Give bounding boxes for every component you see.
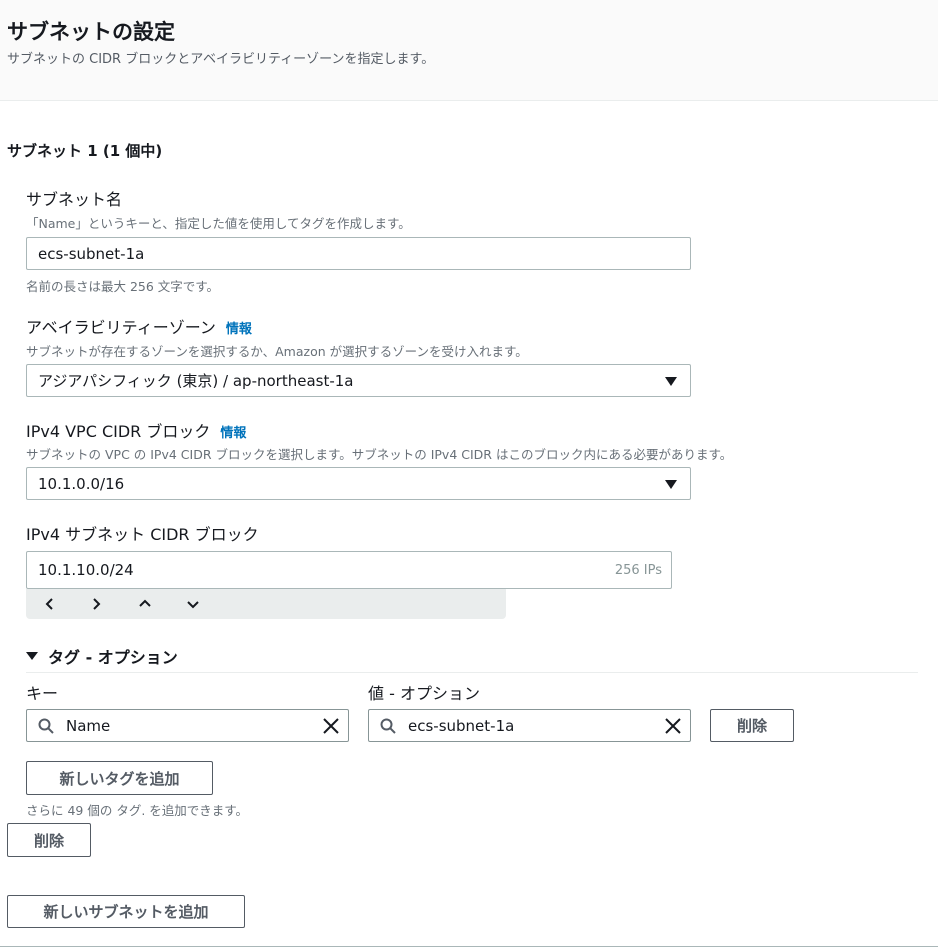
tag-key-value: Name [66, 716, 111, 735]
subnet-cidr-ip-count: 256 IPs [614, 562, 662, 578]
vpc-cidr-select[interactable]: 10.1.0.0/16 [26, 467, 691, 500]
search-icon [380, 718, 396, 734]
subnet-name-hint: 名前の長さは最大 256 文字です。 [26, 279, 220, 294]
remove-subnet-button[interactable]: 削除 [7, 823, 91, 857]
subnet-cidr-label: IPv4 サブネット CIDR ブロック [26, 525, 259, 544]
subnet-cidr-value: 10.1.10.0/24 [38, 561, 134, 579]
tag-key-label: キー [26, 684, 59, 703]
vpc-cidr-description: サブネットの VPC の IPv4 CIDR ブロックを選択します。サブネットの… [26, 447, 733, 462]
az-description: サブネットが存在するゾーンを選択するか、Amazon が選択するゾーンを受け入れ… [26, 344, 528, 359]
divider [0, 946, 938, 947]
remove-tag-button[interactable]: 削除 [710, 709, 794, 742]
tag-key-input[interactable]: Name [26, 709, 349, 742]
vpc-cidr-info-link[interactable]: 情報 [220, 426, 246, 441]
az-label: アベイラビリティーゾーン [26, 318, 216, 337]
page-header: サブネットの設定 サブネットの CIDR ブロックとアベイラビリティーゾーンを指… [0, 0, 938, 101]
chevron-right-icon[interactable] [76, 589, 116, 619]
subnet-name-description: 「Name」というキーと、指定した値を使用してタグを作成します。 [26, 216, 411, 231]
page-title: サブネットの設定 [7, 20, 175, 44]
subnet-section-title: サブネット 1 (1 個中) [7, 142, 163, 160]
add-tag-button[interactable]: 新しいタグを追加 [26, 761, 213, 795]
vpc-cidr-selected-value: 10.1.0.0/16 [38, 474, 125, 493]
chevron-left-icon[interactable] [30, 589, 70, 619]
tag-limit-text: さらに 49 個の タグ. を追加できます。 [26, 803, 249, 818]
cidr-stepper [26, 589, 506, 619]
add-subnet-button[interactable]: 新しいサブネットを追加 [7, 895, 245, 928]
page-description: サブネットの CIDR ブロックとアベイラビリティーゾーンを指定します。 [7, 52, 435, 67]
tag-value-value: ecs-subnet-1a [408, 716, 515, 735]
tag-value-label: 値 - オプション [368, 684, 480, 703]
subnet-name-input[interactable]: ecs-subnet-1a [26, 237, 691, 270]
close-icon[interactable] [321, 716, 341, 736]
tags-toggle-label: タグ - オプション [48, 648, 178, 667]
caret-down-icon [665, 376, 677, 386]
az-selected-value: アジアパシフィック (東京) / ap-northeast-1a [38, 372, 354, 390]
vpc-cidr-label-row: IPv4 VPC CIDR ブロック 情報 [26, 418, 246, 442]
chevron-down-icon[interactable] [173, 589, 213, 619]
search-icon [38, 718, 54, 734]
az-info-link[interactable]: 情報 [226, 322, 252, 337]
close-icon[interactable] [663, 716, 683, 736]
tags-expander[interactable]: タグ - オプション [26, 644, 178, 668]
subnet-name-value: ecs-subnet-1a [38, 244, 145, 263]
tag-value-input[interactable]: ecs-subnet-1a [368, 709, 691, 742]
caret-down-icon [26, 652, 38, 660]
subnet-cidr-input[interactable]: 10.1.10.0/24 256 IPs [26, 551, 672, 589]
caret-down-icon [665, 479, 677, 489]
az-label-row: アベイラビリティーゾーン 情報 [26, 314, 252, 338]
vpc-cidr-label: IPv4 VPC CIDR ブロック [26, 422, 211, 441]
subnet-name-label: サブネット名 [26, 190, 123, 209]
az-select[interactable]: アジアパシフィック (東京) / ap-northeast-1a [26, 364, 691, 397]
chevron-up-icon[interactable] [125, 589, 165, 619]
divider [26, 672, 918, 673]
